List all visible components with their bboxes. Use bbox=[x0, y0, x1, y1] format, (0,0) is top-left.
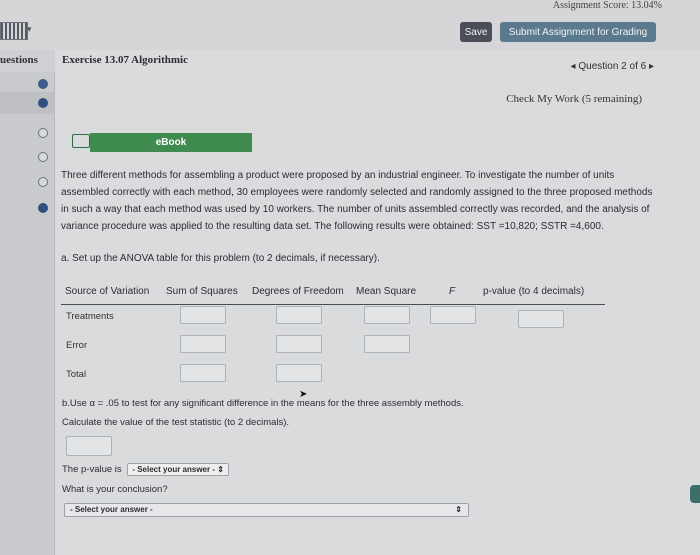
book-icon[interactable] bbox=[72, 134, 90, 148]
treatments-df-input[interactable] bbox=[276, 306, 322, 324]
col-df: Degrees of Freedom bbox=[252, 286, 344, 297]
test-statistic-input[interactable] bbox=[66, 436, 112, 456]
row-error-label: Error bbox=[66, 340, 88, 351]
check-my-work-link[interactable]: Check My Work (5 remaining) bbox=[506, 93, 642, 105]
error-ms-input[interactable] bbox=[364, 335, 410, 353]
p-value-select-text: - Select your answer - bbox=[132, 465, 216, 474]
save-button[interactable]: Save bbox=[460, 22, 492, 42]
submit-assignment-button[interactable]: Submit Assignment for Grading bbox=[500, 22, 656, 42]
error-ss-input[interactable] bbox=[180, 335, 226, 353]
row-total-label: Total bbox=[66, 369, 87, 380]
select-arrows-icon: ⇕ bbox=[455, 505, 462, 514]
total-df-input[interactable] bbox=[276, 364, 322, 382]
side-tab-icon[interactable] bbox=[690, 485, 700, 503]
conclusion-select-text: - Select your answer - bbox=[70, 505, 153, 514]
conclusion-question: What is your conclusion? bbox=[62, 484, 168, 495]
problem-text: Three different methods for assembling a… bbox=[61, 170, 653, 232]
part-a-text: a. Set up the ANOVA table for this probl… bbox=[61, 253, 380, 264]
error-df-input[interactable] bbox=[276, 335, 322, 353]
col-source: Source of Variation bbox=[65, 286, 150, 297]
ebook-button[interactable]: eBook bbox=[90, 133, 252, 152]
question-6-status-icon[interactable] bbox=[38, 203, 48, 213]
chevron-right-icon[interactable]: ▸ bbox=[646, 61, 654, 72]
question-nav[interactable]: ◂ Question 2 of 6 ▸ bbox=[571, 61, 654, 72]
assignment-score: Assignment Score: 13.04% bbox=[552, 0, 662, 11]
question-3-status-icon[interactable] bbox=[38, 128, 48, 138]
calc-instruction: Calculate the value of the test statisti… bbox=[62, 417, 290, 428]
treatments-f-input[interactable] bbox=[430, 306, 476, 324]
p-value-select[interactable]: - Select your answer - ⇕ bbox=[127, 463, 229, 476]
chevron-down-icon[interactable]: ▾ bbox=[27, 24, 32, 35]
exercise-title: Exercise 13.07 Algorithmic bbox=[62, 54, 188, 66]
question-2-status-icon[interactable] bbox=[38, 98, 48, 108]
col-p-value: p-value (to 4 decimals) bbox=[483, 286, 585, 297]
part-b-text: b.Use α = .05 to test for any significan… bbox=[62, 398, 464, 409]
col-mean-square: Mean Square bbox=[356, 286, 417, 297]
questions-sidebar bbox=[0, 72, 55, 555]
treatments-pvalue-input[interactable] bbox=[518, 310, 564, 328]
anova-table-header: Source of Variation Sum of Squares Degre… bbox=[61, 284, 605, 305]
col-sum-squares: Sum of Squares bbox=[166, 286, 238, 297]
row-treatments-label: Treatments bbox=[66, 311, 114, 322]
app-logo-icon[interactable] bbox=[0, 22, 28, 40]
questions-header: uestions bbox=[0, 54, 38, 66]
question-5-status-icon[interactable] bbox=[38, 177, 48, 187]
select-arrows-icon: ⇕ bbox=[217, 465, 224, 474]
total-ss-input[interactable] bbox=[180, 364, 226, 382]
p-value-label: The p-value is bbox=[62, 464, 122, 475]
question-nav-label: Question 2 of 6 bbox=[578, 61, 647, 72]
col-f: F bbox=[449, 286, 456, 297]
treatments-ms-input[interactable] bbox=[364, 306, 410, 324]
p-value-line: The p-value is - Select your answer - ⇕ bbox=[62, 463, 229, 476]
question-4-status-icon[interactable] bbox=[38, 152, 48, 162]
treatments-ss-input[interactable] bbox=[180, 306, 226, 324]
question-1-status-icon[interactable] bbox=[38, 79, 48, 89]
conclusion-select[interactable]: - Select your answer - ⇕ bbox=[64, 503, 469, 517]
